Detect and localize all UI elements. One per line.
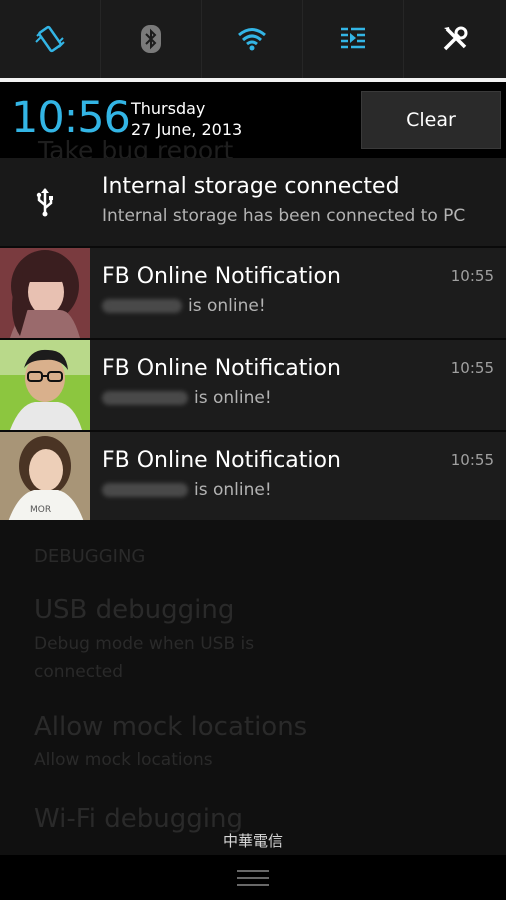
usb-icon (36, 188, 53, 217)
redacted-name (102, 391, 188, 405)
usb-notification-title: Internal storage connected (102, 174, 400, 199)
sync-toggle-icon (341, 27, 365, 49)
fb-notification-title: FB Online Notification (102, 264, 341, 289)
fb-notification-1[interactable]: FB Online Notification is online! 10:55 (0, 248, 506, 338)
weekday: Thursday (131, 99, 206, 118)
wifi-icon (238, 28, 266, 51)
fb-notification-title: FB Online Notification (102, 448, 341, 473)
ghost-debugging-header: DEBUGGING (34, 546, 146, 567)
avatar (0, 248, 90, 338)
usb-notification[interactable]: Internal storage connected Internal stor… (0, 158, 506, 246)
clear-button[interactable]: Clear (361, 91, 501, 149)
vibrate-icon (35, 25, 65, 53)
svg-text:MOR: MOR (30, 505, 51, 515)
notification-time: 10:55 (450, 267, 494, 285)
ghost-wifi-debugging: Wi-Fi debugging (34, 804, 243, 834)
clock-time: 10:56 (11, 93, 131, 143)
fb-notification-2[interactable]: FB Online Notification is online! 10:55 (0, 340, 506, 430)
redacted-name (102, 299, 182, 313)
date: 27 June, 2013 (131, 120, 243, 139)
fb-notification-title: FB Online Notification (102, 356, 341, 381)
avatar (0, 340, 90, 430)
bluetooth-icon (141, 25, 161, 53)
menu-handle-icon (237, 869, 269, 886)
usb-notification-subtitle: Internal storage has been connected to P… (102, 206, 466, 226)
notification-time: 10:55 (450, 359, 494, 377)
ghost-mock-locations: Allow mock locations (34, 712, 308, 742)
tools-icon (443, 26, 468, 51)
shade-drag-handle[interactable] (0, 855, 506, 900)
ghost-mock-locations-desc: Allow mock locations (34, 750, 213, 770)
avatar: MOR (0, 432, 90, 522)
fb-notification-message: is online! (102, 390, 272, 407)
ghost-usb-debugging-desc2: connected (34, 662, 124, 682)
carrier-label: 中華電信 (222, 832, 283, 850)
sync-toggle[interactable] (303, 0, 404, 78)
ghost-usb-debugging-desc: Debug mode when USB is (34, 634, 255, 654)
fb-notification-3[interactable]: MOR FB Online Notification is online! 10… (0, 432, 506, 522)
fb-notification-message: is online! (102, 298, 266, 315)
wifi-toggle[interactable] (202, 0, 303, 78)
settings-shortcut[interactable] (404, 0, 506, 78)
bluetooth-toggle[interactable] (101, 0, 202, 78)
quick-settings-bar (0, 0, 506, 78)
notification-time: 10:55 (450, 451, 494, 469)
ghost-usb-debugging: USB debugging (34, 595, 235, 625)
fb-notification-message: is online! (102, 482, 272, 499)
vibrate-toggle[interactable] (0, 0, 101, 78)
redacted-name (102, 483, 188, 497)
